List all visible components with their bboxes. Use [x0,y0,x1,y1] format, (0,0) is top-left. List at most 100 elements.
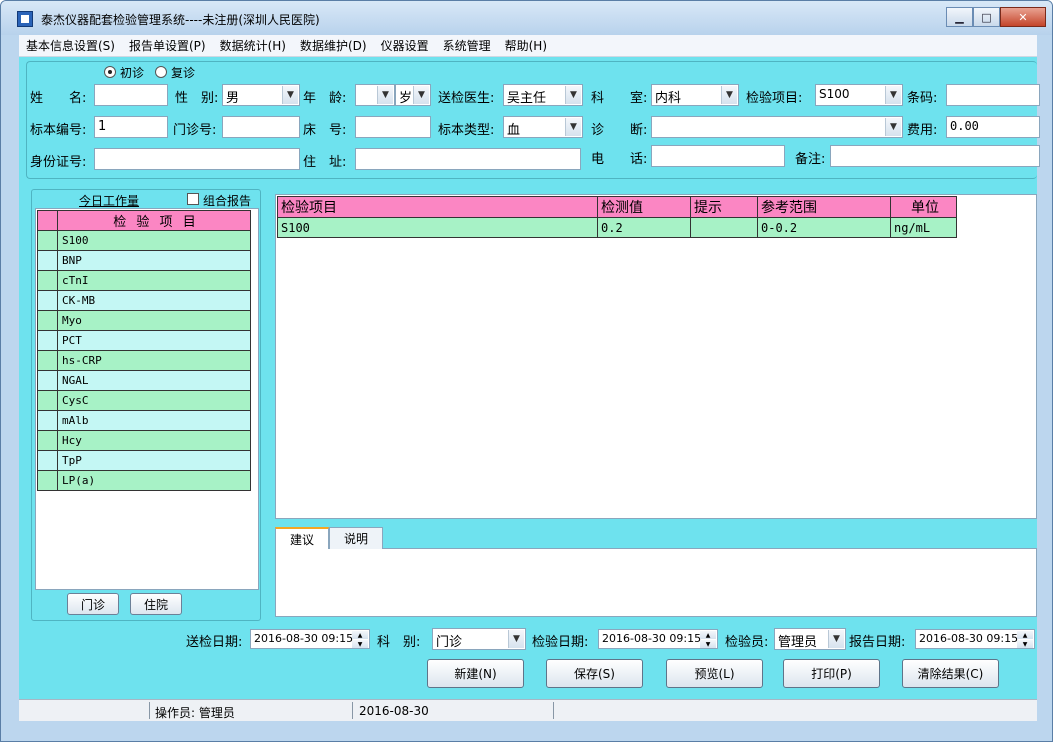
chevron-down-icon: ▼ [508,630,524,648]
age-unit-select[interactable]: 岁 ▼ [395,84,431,106]
test-date-picker[interactable]: 2016-08-30 09:15 ▲ ▼ [598,629,718,649]
menu-instrument-settings[interactable]: 仪器设置 [374,37,436,54]
list-item[interactable]: BNP [37,250,251,271]
menu-data-maintenance[interactable]: 数据维护(D) [293,37,374,54]
chevron-down-icon: ▼ [885,86,901,104]
dept-kind-label: 科 别: [377,635,421,650]
preview-button[interactable]: 预览(L) [666,659,763,688]
department-select[interactable]: 内科 ▼ [651,84,739,106]
patient-info-panel: 初诊 复诊 姓 名: 性 别: 男 ▼ 年 龄: ▼ 岁 ▼ 送检医生: 吴主任 ▼ … [26,61,1040,179]
worklist-header: 检 验 项 目 [57,210,251,231]
menu-basic-info[interactable]: 基本信息设置(S) [19,37,122,54]
list-item[interactable]: mAlb [37,410,251,431]
tab-description[interactable]: 说明 [329,527,384,549]
bed-label: 床 号: [303,123,347,138]
barcode-label: 条码: [907,91,938,106]
column-header[interactable]: 单位 [890,196,957,218]
list-item[interactable]: NGAL [37,370,251,391]
test-item-select[interactable]: S100 ▼ [815,84,903,106]
spin-up-icon[interactable]: ▲ [352,631,368,639]
report-date-label: 报告日期: [849,635,906,650]
close-button[interactable]: ✕ [1000,7,1046,27]
notes-area[interactable] [275,549,1037,617]
clinic-number-field[interactable] [222,116,300,138]
list-item[interactable]: CK-MB [37,290,251,311]
first-visit-label: 初诊 [120,66,145,80]
results-grid: 检验项目 检测值 提示 参考范围 单位 S100 0.2 0-0.2 ng/mL [275,194,1037,519]
list-item[interactable]: TpP [37,450,251,471]
report-date-picker[interactable]: 2016-08-30 09:15 ▲ ▼ [915,629,1035,649]
list-item[interactable]: Hcy [37,430,251,451]
address-field[interactable] [355,148,581,170]
dept-kind-select[interactable]: 门诊 ▼ [432,628,526,650]
tester-select[interactable]: 管理员 ▼ [774,628,846,650]
age-select[interactable]: ▼ [355,84,395,106]
new-button[interactable]: 新建(N) [427,659,524,688]
notes-tabs: 建议 说明 [275,527,1037,549]
list-item[interactable]: Myo [37,310,251,331]
combine-report-checkbox[interactable] [187,193,199,205]
id-number-field[interactable] [94,148,300,170]
clear-results-button[interactable]: 清除结果(C) [902,659,999,688]
table-row[interactable]: S100 0.2 0-0.2 ng/mL [277,217,957,238]
chevron-down-icon: ▼ [413,86,429,104]
list-item[interactable]: S100 [37,230,251,251]
return-visit-radio[interactable] [155,66,167,78]
outpatient-button[interactable]: 门诊 [67,593,119,615]
spin-down-icon[interactable]: ▼ [352,640,368,648]
doctor-select[interactable]: 吴主任 ▼ [503,84,583,106]
save-button[interactable]: 保存(S) [546,659,643,688]
chevron-down-icon: ▼ [828,630,844,648]
column-header[interactable]: 检验项目 [277,196,598,218]
gender-select[interactable]: 男 ▼ [222,84,300,106]
remark-field[interactable] [830,145,1040,167]
chevron-down-icon: ▼ [565,86,581,104]
app-icon [17,11,33,27]
list-item[interactable]: PCT [37,330,251,351]
status-operator: 操作员: 管理员 [155,706,235,720]
column-header[interactable]: 检测值 [597,196,691,218]
first-visit-radio[interactable] [104,66,116,78]
column-header[interactable]: 提示 [690,196,758,218]
sample-number-field[interactable]: 1 [94,116,168,138]
spin-up-icon[interactable]: ▲ [1017,631,1033,639]
tab-advice[interactable]: 建议 [275,527,330,549]
fee-field[interactable]: 0.00 [946,116,1040,138]
menu-help[interactable]: 帮助(H) [498,37,554,54]
list-item[interactable]: cTnI [37,270,251,291]
window-title: 泰杰仪器配套检验管理系统----未注册(深圳人民医院) [41,13,320,27]
name-field[interactable] [94,84,168,106]
remark-label: 备注: [795,152,826,167]
minimize-button[interactable]: ▁ [946,7,973,27]
bed-field[interactable] [355,116,431,138]
inpatient-button[interactable]: 住院 [130,593,182,615]
menu-bar: 基本信息设置(S) 报告单设置(P) 数据统计(H) 数据维护(D) 仪器设置 … [19,35,1037,57]
spin-down-icon[interactable]: ▼ [1017,640,1033,648]
diagnosis-select[interactable]: ▼ [651,116,903,138]
title-bar[interactable]: 泰杰仪器配套检验管理系统----未注册(深圳人民医院) ▁ □ ✕ [1,1,1052,35]
maximize-button[interactable]: □ [973,7,1000,27]
list-item[interactable]: LP(a) [37,470,251,491]
menu-system-management[interactable]: 系统管理 [436,37,498,54]
phone-label: 电 话: [591,152,648,167]
age-label: 年 龄: [303,91,347,106]
spin-up-icon[interactable]: ▲ [700,631,716,639]
list-item[interactable]: CysC [37,390,251,411]
phone-field[interactable] [651,145,785,167]
sample-type-label: 标本类型: [438,123,495,138]
spin-down-icon[interactable]: ▼ [700,640,716,648]
gender-label: 性 别: [175,91,219,106]
list-item[interactable]: hs-CRP [37,350,251,371]
sample-type-select[interactable]: 血 ▼ [503,116,583,138]
fee-label: 费用: [907,123,938,138]
address-label: 住 址: [303,155,347,170]
menu-report-settings[interactable]: 报告单设置(P) [122,37,213,54]
print-button[interactable]: 打印(P) [783,659,880,688]
menu-statistics[interactable]: 数据统计(H) [213,37,293,54]
column-header[interactable]: 参考范围 [757,196,891,218]
chevron-down-icon: ▼ [885,118,901,136]
diagnosis-label: 诊 断: [591,123,648,138]
send-date-picker[interactable]: 2016-08-30 09:15 ▲ ▼ [250,629,370,649]
worklist-title: 今日工作量 [79,194,140,208]
barcode-field[interactable] [946,84,1040,106]
